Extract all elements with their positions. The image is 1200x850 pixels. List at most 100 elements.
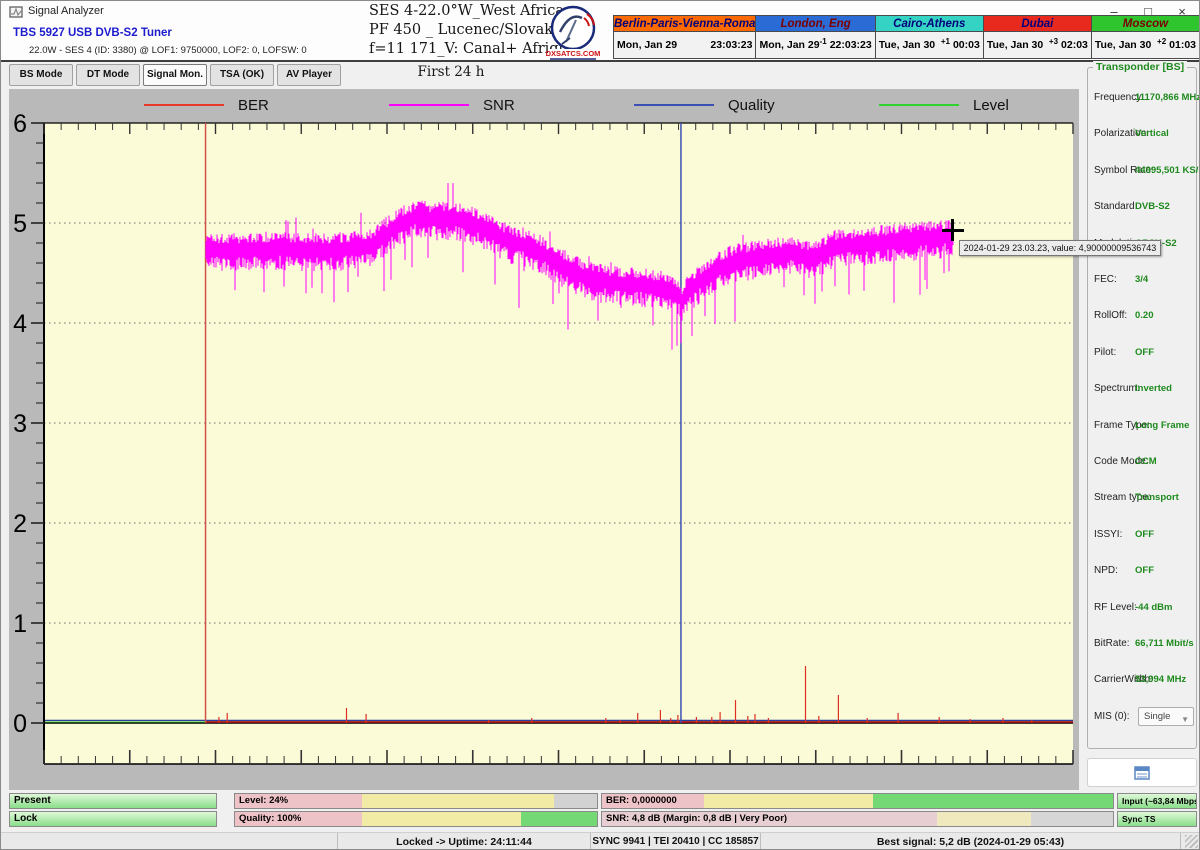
tuner-details: 22.0W - SES 4 (ID: 3380) @ LOF1: 9750000… — [29, 45, 307, 56]
clock-time-display: Tue, Jan 30+302:03 — [984, 32, 1091, 58]
transponder-field-row: BitRate: 66,711 Mbit/s — [1088, 638, 1198, 656]
logo-text: DXSATCS.COM — [546, 49, 600, 58]
field-value: Inverted — [1135, 383, 1172, 394]
field-label: ISSYI: — [1094, 529, 1122, 540]
bar-segment — [937, 812, 1032, 826]
legend-item-ber: BER — [144, 94, 389, 116]
tuner-name: TBS 5927 USB DVB-S2 Tuner — [13, 27, 172, 39]
window-title: Signal Analyzer — [28, 5, 104, 17]
clock-city-label: Moscow — [1092, 16, 1199, 32]
bar-segment — [362, 794, 554, 808]
chevron-down-icon: ▼ — [1181, 711, 1189, 728]
field-label: Spectrum: — [1094, 383, 1140, 394]
transponder-field-row: FEC:3/4 — [1088, 274, 1198, 292]
app-icon — [9, 5, 23, 19]
lock-status-box: Present — [9, 793, 217, 809]
legend-label: BER — [238, 97, 269, 114]
chart-legend: BERSNRQualityLevel — [9, 94, 1079, 116]
transponder-field-row: Spectrum:Inverted — [1088, 383, 1198, 401]
header-separator — [1, 60, 1200, 62]
tab-tsa-ok-[interactable]: TSA (OK) — [210, 64, 274, 86]
clock-city-label: Cairo-Athens — [876, 16, 983, 32]
signal-bar: Level: 24% — [234, 793, 598, 809]
clock-date: Tue, Jan 30 — [1095, 39, 1151, 51]
clock-date: Mon, Jan 29 — [759, 39, 819, 51]
legend-label: SNR — [483, 97, 515, 114]
transponder-field-row: NPD:OFF — [1088, 565, 1198, 583]
field-value: 66,711 Mbit/s — [1135, 638, 1194, 649]
tab-dt-mode[interactable]: DT Mode — [76, 64, 140, 86]
field-value: OFF — [1135, 529, 1154, 540]
svg-text:0: 0 — [13, 710, 27, 738]
svg-text:4: 4 — [13, 310, 27, 338]
bar-segment — [362, 812, 521, 826]
clock-utc-offset: -1 — [820, 37, 827, 46]
field-value: DVB-S2 — [1135, 201, 1170, 212]
svg-text:5: 5 — [13, 210, 27, 238]
field-label: FEC: — [1094, 274, 1117, 285]
legend-line-sample — [389, 104, 469, 106]
clock-time: 00:03 — [953, 39, 980, 51]
legend-line-sample — [144, 104, 224, 106]
clock-cell: Berlin-Paris-Vienna-Roma Mon, Jan 29 23:03… — [613, 15, 756, 59]
transponder-field-row: Frame Type:Long Frame — [1088, 420, 1198, 438]
clock-time-display: Mon, Jan 29-122:03:23 — [756, 32, 874, 58]
clock-time: 23:03:23 — [710, 39, 752, 51]
transponder-field-row: Pilot:OFF — [1088, 347, 1198, 365]
clock-city-label: London, Eng — [756, 16, 874, 32]
field-label: Standard: — [1094, 201, 1137, 212]
transponder-panel-title: Transponder [BS] — [1093, 61, 1187, 73]
clock-time-display: Tue, Jan 30 +100:03 — [876, 32, 983, 58]
field-value: 0.20 — [1135, 310, 1154, 321]
tab-bs-mode[interactable]: BS Mode — [9, 64, 73, 86]
resize-grip[interactable] — [1185, 835, 1198, 848]
signal-chart-plot[interactable]: 0123456 — [9, 89, 1079, 790]
svg-text:3: 3 — [13, 410, 27, 438]
report-button[interactable] — [1087, 758, 1197, 787]
legend-label: Quality — [728, 97, 775, 114]
transponder-field-row: Standard:DVB-S2 — [1088, 201, 1198, 219]
io-status-box: Input (~63,84 Mbps) — [1117, 793, 1197, 809]
tab-av-player[interactable]: AV Player — [277, 64, 341, 86]
bar-segment — [521, 812, 597, 826]
field-label: NPD: — [1094, 565, 1118, 576]
clock-utc-offset: +2 — [1157, 37, 1166, 46]
mis-selected-value: Single — [1144, 711, 1170, 722]
transponder-field-row: ISSYI: OFF — [1088, 529, 1198, 547]
bar-segment — [873, 794, 1113, 808]
field-value: CCM — [1135, 456, 1157, 467]
clock-date: Tue, Jan 30 — [879, 39, 935, 51]
dxsatcs-logo: DXSATCS.COM — [546, 4, 600, 60]
status-segment: Best signal: 5,2 dB (2024-01-29 05:43) — [761, 833, 1181, 850]
bar-label: Level: 24% — [239, 794, 288, 808]
field-value: -44 dBm — [1135, 602, 1172, 613]
field-value: 11170,866 MHz — [1135, 92, 1200, 103]
report-icon — [1134, 766, 1150, 780]
lock-status-box: Lock — [9, 811, 217, 827]
field-label: RollOff: — [1094, 310, 1127, 321]
transponder-field-row: RF Level:-44 dBm — [1088, 602, 1198, 620]
transponder-field-row: Code Mode:CCM — [1088, 456, 1198, 474]
mode-tabs: BS ModeDT ModeSignal Mon.TSA (OK)AV Play… — [9, 64, 341, 87]
clock-city-label: Berlin-Paris-Vienna-Roma — [614, 16, 755, 32]
field-value: Vertical — [1135, 128, 1169, 139]
field-value: 53,994 MHz — [1135, 674, 1186, 685]
legend-item-snr: SNR — [389, 94, 634, 116]
field-label: BitRate: — [1094, 638, 1130, 649]
clock-time: 02:03 — [1061, 39, 1088, 51]
tab-signal-mon-[interactable]: Signal Mon. — [143, 64, 207, 86]
transponder-panel: Transponder [BS] Frequency:11170,866 MHz… — [1087, 67, 1197, 749]
clock-utc-offset: +3 — [1049, 37, 1058, 46]
field-value: OFF — [1135, 347, 1154, 358]
world-clocks: Berlin-Paris-Vienna-Roma Mon, Jan 29 23:03… — [613, 15, 1200, 59]
transponder-field-row: RollOff: 0.20 — [1088, 310, 1198, 328]
clock-date: Mon, Jan 29 — [617, 39, 677, 51]
signal-analyzer-window: Signal Analyzer – □ × TBS 5927 USB DVB-S… — [0, 0, 1200, 850]
io-status-box: Sync TS — [1117, 811, 1197, 827]
bar-segment — [704, 794, 873, 808]
mis-dropdown[interactable]: Single ▼ — [1138, 707, 1194, 726]
signal-bar: SNR: 4,8 dB (Margin: 0,8 dB | Very Poor) — [601, 811, 1114, 827]
clock-utc-offset: +1 — [941, 37, 950, 46]
field-label: RF Level: — [1094, 602, 1137, 613]
chart-caption: First 24 h — [341, 64, 561, 80]
